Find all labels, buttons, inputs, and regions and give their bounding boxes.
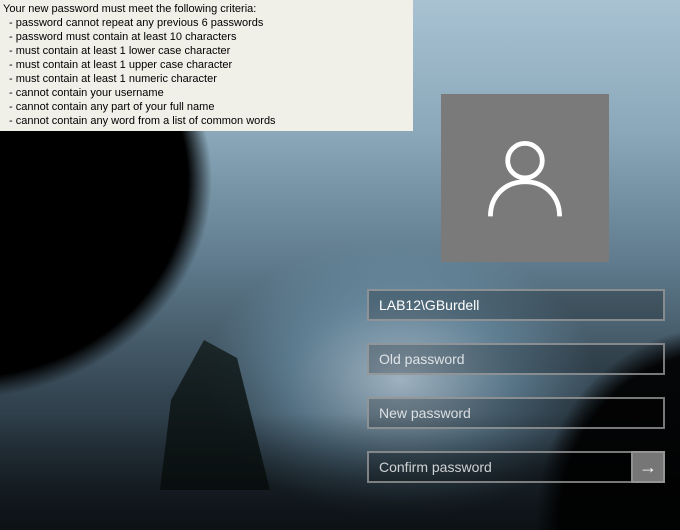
- old-password-field[interactable]: [367, 343, 665, 375]
- user-avatar-tile: [441, 94, 609, 262]
- criteria-heading: Your new password must meet the followin…: [3, 2, 410, 16]
- user-icon: [477, 128, 573, 229]
- criteria-rule: - password cannot repeat any previous 6 …: [3, 16, 410, 30]
- password-criteria-panel: Your new password must meet the followin…: [0, 0, 413, 131]
- new-password-field[interactable]: [367, 397, 665, 429]
- criteria-rule: - must contain at least 1 upper case cha…: [3, 58, 410, 72]
- criteria-rule: - cannot contain your username: [3, 86, 410, 100]
- confirm-row: →: [367, 451, 665, 483]
- confirm-password-field[interactable]: [367, 451, 631, 483]
- criteria-rule: - password must contain at least 10 char…: [3, 30, 410, 44]
- criteria-rule: - cannot contain any word from a list of…: [3, 114, 410, 128]
- password-change-form: →: [367, 289, 665, 483]
- criteria-rule: - must contain at least 1 numeric charac…: [3, 72, 410, 86]
- arrow-right-icon: →: [639, 457, 657, 478]
- username-field[interactable]: [367, 289, 665, 321]
- criteria-rule: - must contain at least 1 lower case cha…: [3, 44, 410, 58]
- criteria-rule: - cannot contain any part of your full n…: [3, 100, 410, 114]
- submit-button[interactable]: →: [631, 451, 665, 483]
